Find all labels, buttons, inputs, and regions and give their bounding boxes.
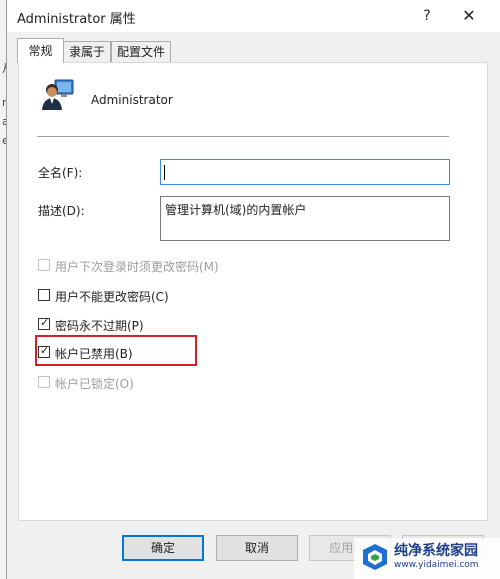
option-label: 用户不能更改密码(C)	[55, 290, 169, 304]
fullname-field[interactable]	[160, 159, 450, 185]
text-caret	[164, 165, 165, 180]
checkbox[interactable]: ✓	[38, 316, 50, 330]
tab-profile[interactable]: 配置文件	[111, 41, 171, 62]
option-label: 密码永不过期(P)	[55, 319, 144, 333]
cancel-button[interactable]: 取消	[216, 535, 298, 561]
description-field[interactable]: 管理计算机(域)的内置帐户	[160, 196, 450, 241]
tab-label: 常规	[28, 44, 53, 58]
general-tab-page: Administrator 全名(F): 描述(D): 管理计算机(域)的内置帐…	[18, 62, 488, 521]
description-label: 描述(D):	[38, 204, 85, 218]
watermark-logo-icon	[360, 542, 390, 572]
option-label: 帐户已锁定(O)	[55, 377, 134, 391]
tab-label: 配置文件	[116, 45, 165, 59]
username-label: Administrator	[91, 93, 173, 107]
description-value: 管理计算机(域)的内置帐户	[165, 203, 307, 217]
separator-line	[37, 136, 449, 137]
properties-dialog: Administrator 属性 ? ✕ 常规 隶属于 配置文件 Adminis…	[6, 0, 500, 579]
checkmark-icon: ✓	[40, 316, 50, 329]
close-button[interactable]: ✕	[455, 4, 483, 28]
checkbox[interactable]	[38, 259, 50, 271]
tab-member-of[interactable]: 隶属于	[63, 41, 111, 62]
option-label: 用户下次登录时须更改密码(M)	[55, 260, 219, 274]
watermark-url: www.yidaimei.com	[394, 560, 479, 570]
checkbox[interactable]	[38, 289, 50, 301]
window-title: Administrator 属性	[17, 12, 136, 27]
red-highlight-box	[35, 335, 197, 366]
tab-label: 隶属于	[68, 45, 105, 59]
watermark: 纯净系统家园 www.yidaimei.com	[354, 538, 500, 579]
user-account-icon	[41, 77, 75, 111]
checkbox[interactable]	[38, 376, 50, 388]
ok-button[interactable]: 确定	[122, 535, 204, 561]
help-button[interactable]: ?	[415, 4, 439, 28]
watermark-title: 纯净系统家园	[394, 543, 478, 559]
fullname-label: 全名(F):	[38, 166, 83, 180]
title-bar: Administrator 属性 ? ✕	[7, 0, 500, 32]
tab-general[interactable]: 常规	[17, 38, 64, 63]
